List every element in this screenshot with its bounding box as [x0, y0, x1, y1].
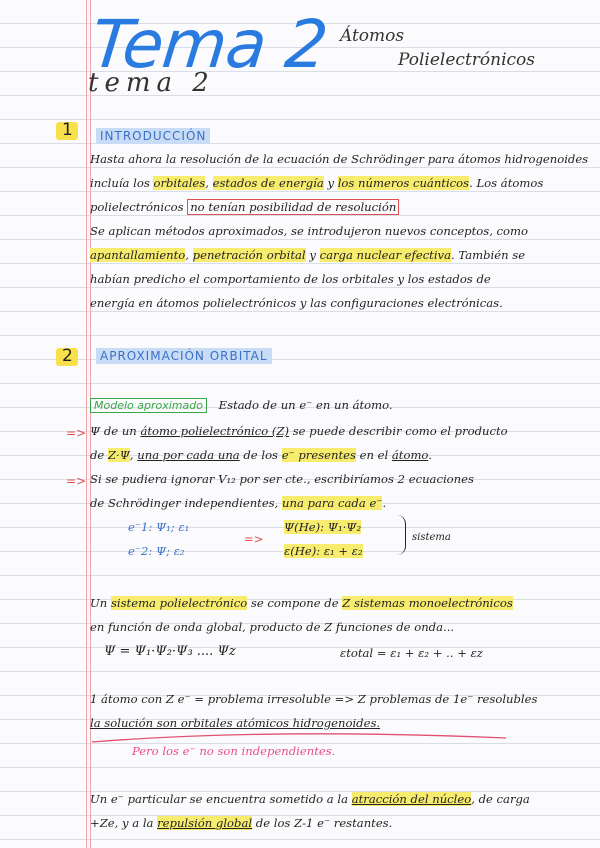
text-span: +Ze, y a la [90, 816, 158, 830]
highlighted-text: apantallamiento [90, 248, 186, 262]
text-span: y [323, 176, 338, 190]
text-span: . Los átomos [469, 176, 544, 190]
model-row: Modelo aproximado Estado de un e⁻ en un … [90, 398, 393, 413]
implies-arrow-2: => [66, 474, 87, 488]
text-line: Un e⁻ particular se encuentra sometido a… [90, 792, 530, 806]
brace-icon [397, 515, 406, 555]
highlighted-text: Z·Ψ [107, 448, 130, 462]
text-span: se puede describir como el producto [289, 424, 508, 438]
system-label: sistema [412, 532, 451, 543]
text-line: 1 átomo con Z e⁻ = problema irresoluble … [90, 692, 537, 706]
text-span: la solución son orbitales atómicos hidro… [90, 716, 381, 730]
electron-1-eq: e⁻1: Ψ₁; ε₁ [128, 520, 190, 534]
highlighted-text: e⁻ presentes [281, 448, 356, 462]
section-2-number: 2 [62, 346, 73, 366]
text-line: polielectrónicos no tenían posibilidad d… [90, 199, 400, 215]
text-line: Ψ de un átomo polielectrónico (Z) se pue… [90, 424, 508, 438]
text-span: átomo polielectrónico (Z) [140, 424, 290, 438]
highlighted-text: atracción del núcleo [351, 792, 472, 806]
note-not-independent: Pero los e⁻ no son independientes. [132, 744, 336, 758]
text-line: Se aplican métodos aproximados, se intro… [90, 224, 528, 238]
text-line: incluía los orbitales, estados de energí… [90, 176, 543, 190]
highlighted-text: repulsión global [157, 816, 253, 830]
electron-2-eq: e⁻2: Ψ; ε₂ [128, 544, 185, 558]
text-line: energía en átomos polielectrónicos y las… [90, 296, 503, 310]
text-span: Un e⁻ particular se encuentra sometido a… [90, 792, 352, 806]
highlighted-text: una para cada e⁻ [282, 496, 383, 510]
text-line: habían predicho el comportamiento de los… [90, 272, 491, 286]
implies-arrow-3: => [244, 532, 264, 546]
text-span: de Schrödinger independientes, [90, 496, 283, 510]
psi-he: Ψ(He): Ψ₁·Ψ₂ [284, 520, 362, 534]
highlighted-text: estados de energía [212, 176, 324, 190]
text-span: Ψ de un [90, 424, 141, 438]
text-span: 1 átomo con Z e⁻ = problema irresoluble … [90, 692, 538, 706]
text-line: +Ze, y a la repulsión global de los Z-1 … [90, 816, 392, 830]
text-line: en función de onda global, producto de Z… [90, 620, 454, 634]
text-span: incluía los [90, 176, 154, 190]
text-span: . También se [451, 248, 526, 262]
text-span: átomo [391, 448, 429, 462]
margin-line-left [86, 0, 87, 848]
text-span: en función de onda global, producto de Z… [90, 620, 455, 634]
text-line: Hasta ahora la resolución de la ecuación… [90, 152, 588, 166]
model-text: Estado de un e⁻ en un átomo. [218, 398, 393, 412]
implies-arrow-1: => [66, 426, 87, 440]
text-span: de [90, 448, 108, 462]
text-span: energía en átomos polielectrónicos y las… [90, 296, 503, 310]
text-span: Se aplican métodos aproximados, se intro… [90, 224, 529, 238]
text-line: de Schrödinger independientes, una para … [90, 496, 386, 510]
text-line: Si se pudiera ignorar V₁₂ por ser cte., … [90, 472, 474, 486]
text-span: de los [239, 448, 282, 462]
text-span: Un [90, 596, 111, 610]
text-span: . [428, 448, 432, 462]
energy-he: ε(He): ε₁ + ε₂ [284, 544, 363, 558]
highlighted-text: orbitales [153, 176, 206, 190]
text-span: en el [355, 448, 392, 462]
text-span: , de carga [471, 792, 530, 806]
topic-line-2: Polielectrónicos [398, 50, 535, 70]
text-span: polielectrónicos [90, 200, 188, 214]
text-span: Hasta ahora la resolución de la ecuación… [90, 152, 589, 166]
section-1-number: 1 [62, 120, 73, 140]
section-2-heading: Aproximación orbital [96, 348, 272, 364]
highlighted-text: sistema polielectrónico [110, 596, 248, 610]
text-span: y [305, 248, 320, 262]
highlighted-text: los números cuánticos [337, 176, 470, 190]
text-span: habían predicho el comportamiento de los… [90, 272, 491, 286]
text-line: Un sistema polielectrónico se compone de… [90, 596, 513, 610]
topic-line-1: Átomos [340, 26, 405, 46]
text-span: , [185, 248, 193, 262]
text-span: se compone de [247, 596, 343, 610]
text-span: una por cada una [137, 448, 240, 462]
highlighted-text: carga nuclear efectiva [319, 248, 452, 262]
text-line: de Z·Ψ, una por cada una de los e⁻ prese… [90, 448, 432, 462]
energy-total: εtotal = ε₁ + ε₂ + .. + εz [340, 646, 483, 660]
text-span: . [382, 496, 387, 510]
psi-product: Ψ = Ψ₁·Ψ₂·Ψ₃ .... Ψz [104, 644, 236, 659]
text-line: apantallamiento, penetración orbital y c… [90, 248, 525, 262]
section-1-heading: Introducción [96, 128, 211, 144]
text-span: , [205, 176, 213, 190]
text-line: la solución son orbitales atómicos hidro… [90, 716, 380, 730]
boxed-text: no tenían posibilidad de resolución [187, 199, 400, 215]
highlighted-text: penetración orbital [192, 248, 306, 262]
text-span: de los Z-1 e⁻ restantes. [252, 816, 393, 830]
title-underwrite: tema 2 [88, 68, 215, 98]
text-span: Si se pudiera ignorar V₁₂ por ser cte., … [90, 472, 474, 486]
model-label: Modelo aproximado [90, 398, 207, 413]
highlighted-text: Z sistemas monoelectrónicos [342, 596, 513, 610]
